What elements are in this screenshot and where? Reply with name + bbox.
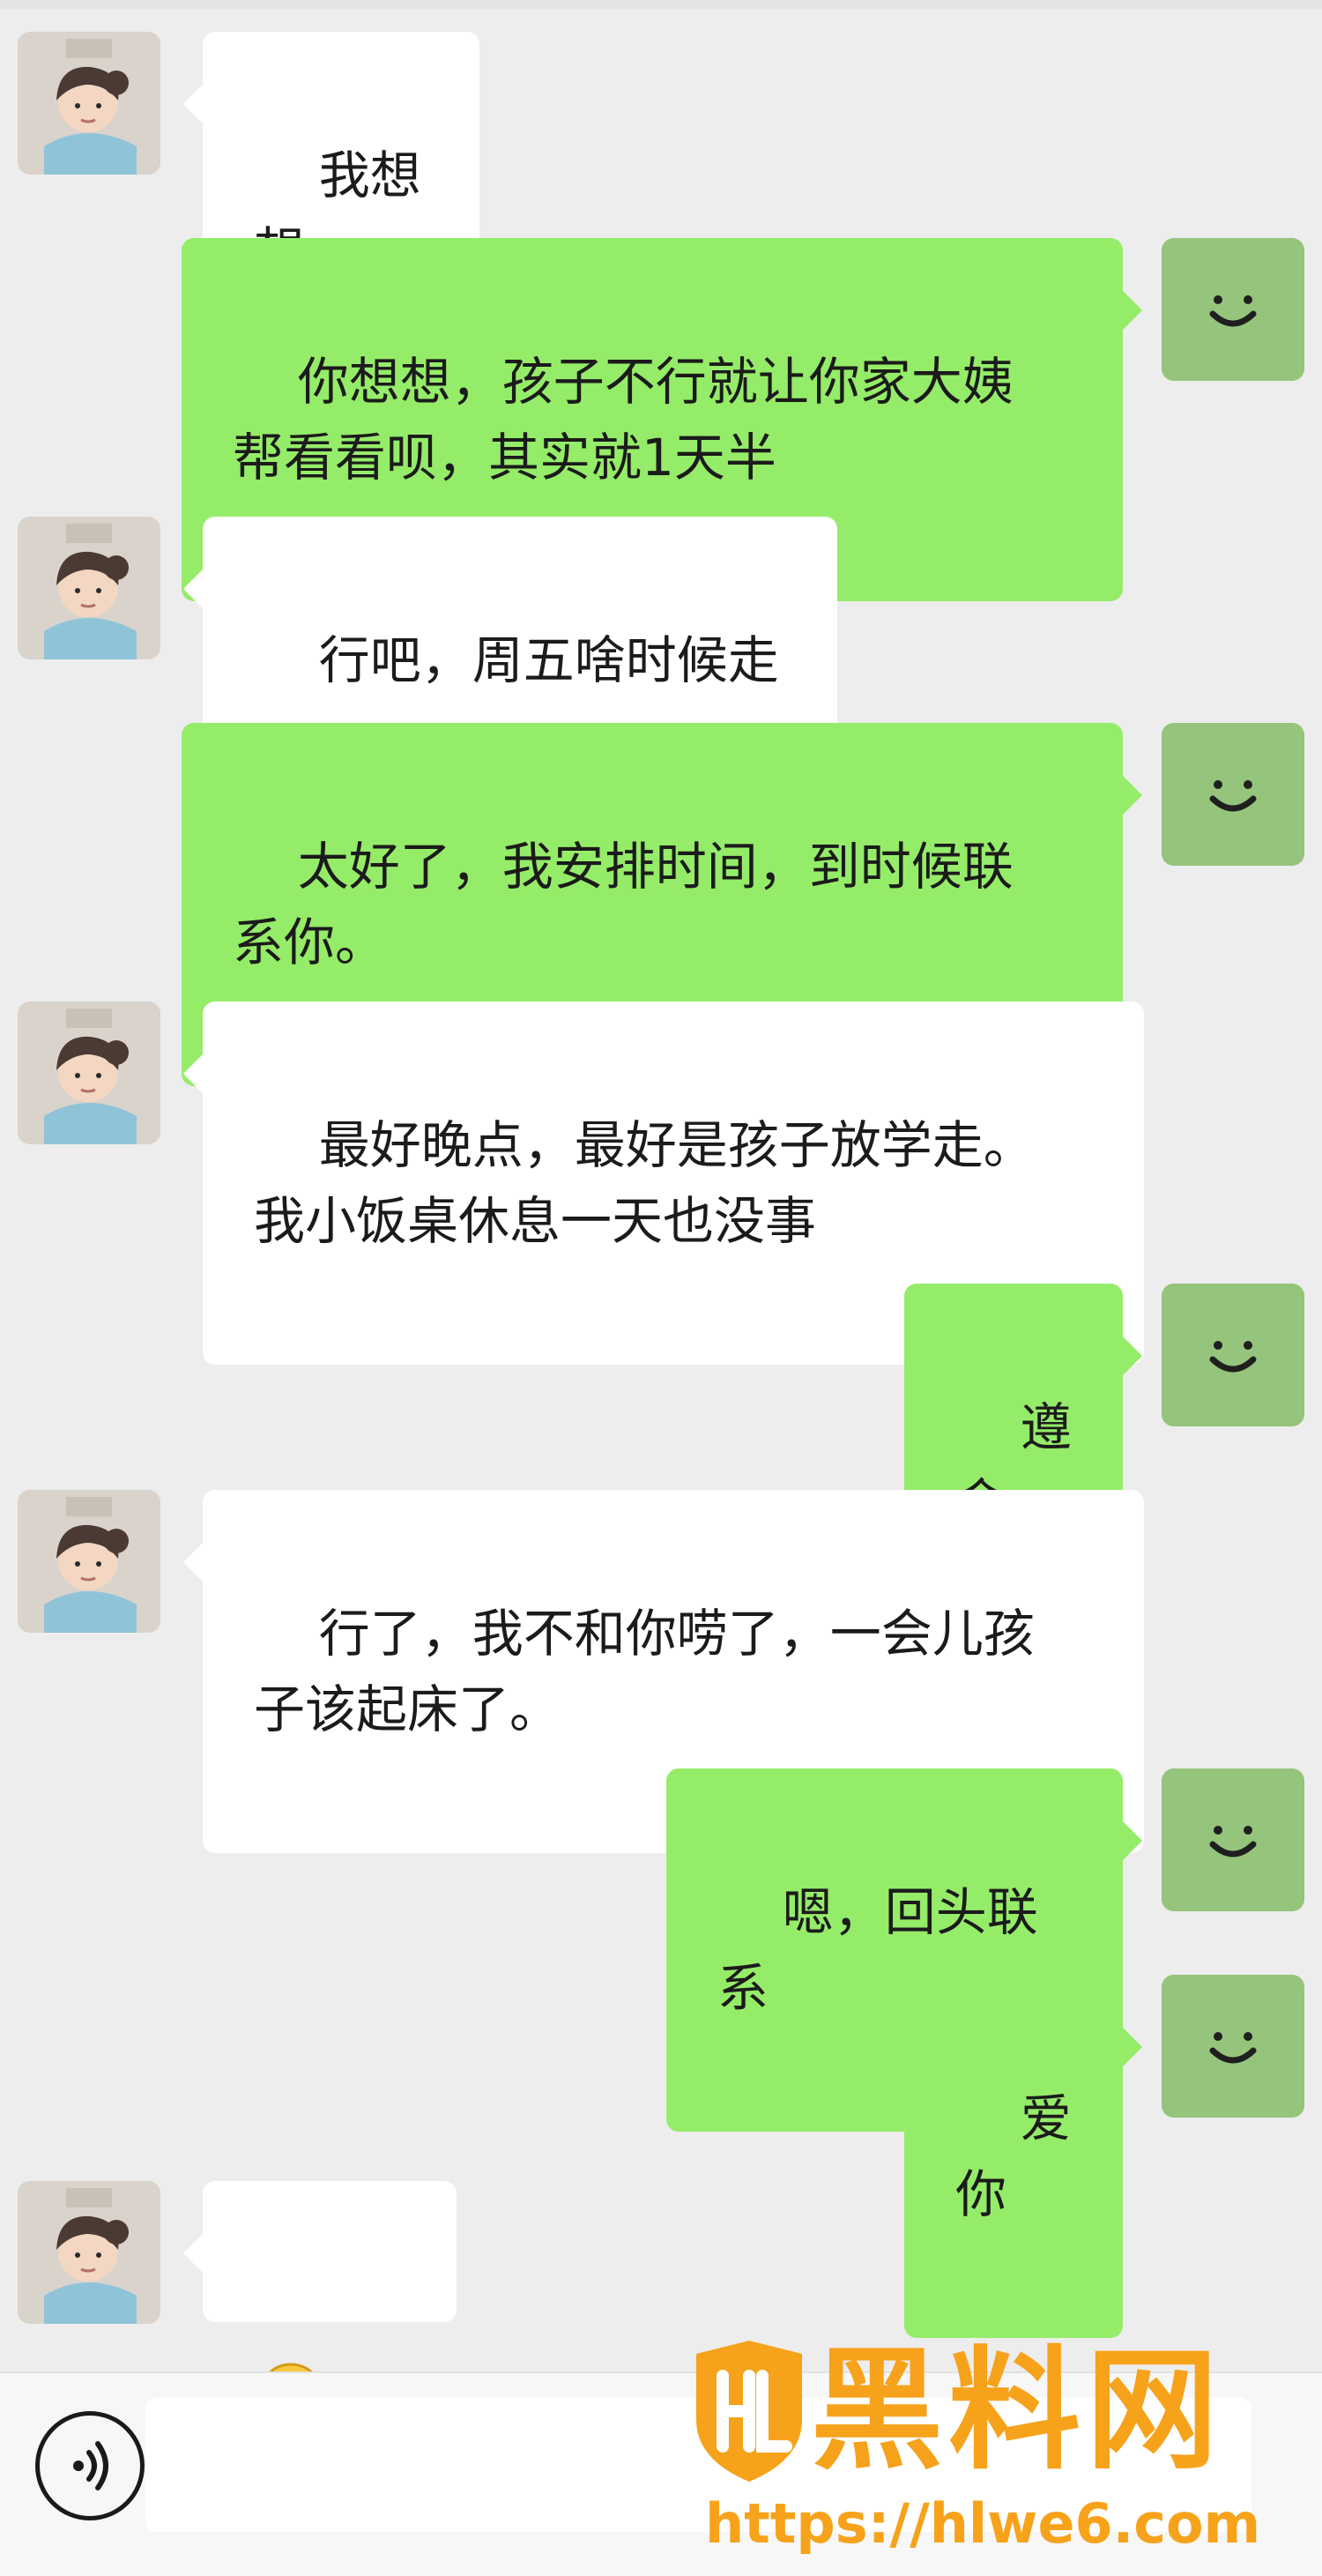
message-text: 你想想，孩子不行就让你家大姨 帮看看呗，其实就1天半 [233,352,1014,488]
watermark: 黑料网 https://hlwe6.com [687,2336,1304,2565]
contact-avatar[interactable] [18,1001,160,1144]
message-text: 最好晚点，最好是孩子放学走。 我小饭桌休息一天也没事 [254,1115,1035,1251]
message-text: 行了，我不和你唠了，一会儿孩 子该起床了。 [254,1604,1035,1739]
message-text: 爱你 [955,2088,1072,2224]
message-bubble-received[interactable] [183,2181,457,2430]
smiley-face-avatar-icon [1162,1768,1304,1911]
voice-button[interactable] [35,2411,145,2520]
contact-avatar[interactable] [18,32,160,175]
message-text: 太好了，我安排时间，到时候联 系你。 [233,837,1014,972]
cartoon-girl-avatar-icon [18,32,160,175]
contact-avatar[interactable] [18,1490,160,1633]
watermark-logo-icon [696,2341,802,2482]
my-avatar[interactable] [1162,238,1304,381]
contact-avatar[interactable] [18,517,160,659]
cartoon-girl-avatar-icon [18,1001,160,1144]
smiley-face-avatar-icon [1162,723,1304,866]
cartoon-girl-avatar-icon [18,1490,160,1633]
my-avatar[interactable] [1162,1768,1304,1911]
contact-avatar[interactable] [18,2181,160,2324]
chat-area[interactable]: 我想想 你想想，孩子不行就让你家大姨 帮看看呗，其实就1天半 行吧，周五啥时候走 [0,0,1322,2430]
my-avatar[interactable] [1162,1284,1304,1426]
message-text: 行吧，周五啥时候走 [318,630,779,690]
my-avatar[interactable] [1162,1975,1304,2118]
top-divider [0,0,1322,9]
cartoon-girl-avatar-icon [18,517,160,659]
smiley-face-avatar-icon [1162,1975,1304,2118]
watermark-title: 黑料网 [811,2334,1224,2488]
my-avatar[interactable] [1162,723,1304,866]
voice-input-icon [73,2441,108,2490]
smiley-face-avatar-icon [1162,1284,1304,1426]
message-bubble-sent[interactable]: 爱你 [904,1975,1142,2338]
watermark-url: https://hlwe6.com [705,2491,1261,2556]
smiley-face-avatar-icon [1162,238,1304,381]
cartoon-girl-avatar-icon [18,2181,160,2324]
